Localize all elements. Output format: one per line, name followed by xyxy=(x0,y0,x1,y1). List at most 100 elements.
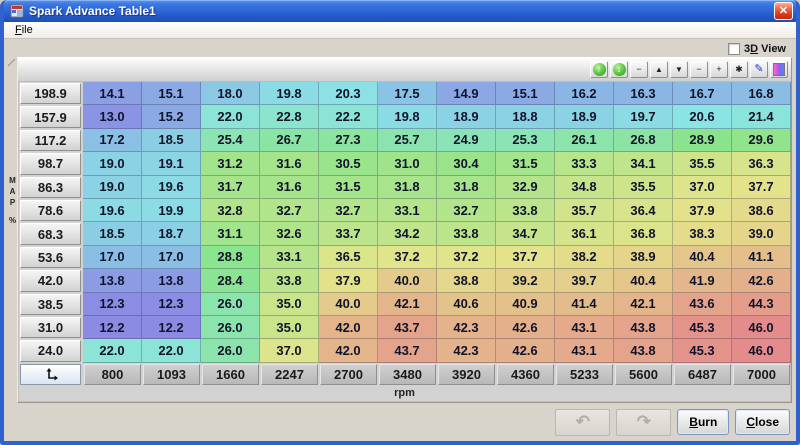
minus-button[interactable]: − xyxy=(690,61,708,78)
table-cell[interactable]: 43.7 xyxy=(378,315,437,340)
table-cell[interactable]: 25.3 xyxy=(496,128,555,153)
table-cell[interactable]: 33.7 xyxy=(319,222,378,246)
table-cell[interactable]: 43.6 xyxy=(673,292,732,316)
table-cell[interactable]: 15.2 xyxy=(142,105,201,129)
table-cell[interactable]: 18.0 xyxy=(201,82,260,106)
pencil-button[interactable]: ✎ xyxy=(750,61,768,78)
table-cell[interactable]: 37.0 xyxy=(673,175,732,199)
table-cell[interactable]: 30.4 xyxy=(437,152,496,176)
table-cell[interactable]: 26.0 xyxy=(201,292,260,316)
table-cell[interactable]: 16.2 xyxy=(555,82,614,106)
table-cell[interactable]: 19.7 xyxy=(614,105,673,129)
table-cell[interactable]: 25.7 xyxy=(378,128,437,153)
table-cell[interactable]: 33.1 xyxy=(260,245,319,270)
table-cell[interactable]: 43.8 xyxy=(614,339,673,363)
table-cell[interactable]: 33.3 xyxy=(555,152,614,176)
row-header[interactable]: 98.7 xyxy=(20,153,81,175)
row-header[interactable]: 86.3 xyxy=(20,176,81,198)
table-cell[interactable]: 39.2 xyxy=(496,269,555,293)
table-cell[interactable]: 22.0 xyxy=(201,105,260,129)
table-cell[interactable]: 31.0 xyxy=(378,152,437,176)
column-header[interactable]: 3480 xyxy=(379,363,436,385)
table-cell[interactable]: 35.0 xyxy=(260,292,319,316)
table-cell[interactable]: 17.0 xyxy=(83,245,142,270)
menu-file[interactable]: File xyxy=(9,23,39,37)
table-cell[interactable]: 14.1 xyxy=(83,82,142,106)
table-cell[interactable]: 33.1 xyxy=(378,198,437,223)
table-cell[interactable]: 19.0 xyxy=(83,175,142,199)
circle-arrow-up-button[interactable]: ↑ xyxy=(590,61,608,78)
redo-button[interactable]: ↷ xyxy=(616,408,672,436)
3d-view-label[interactable]: 3D View xyxy=(744,43,786,55)
title-bar[interactable]: Spark Advance Table1 ✕ xyxy=(4,0,796,22)
row-header[interactable]: 31.0 xyxy=(20,316,81,339)
table-cell[interactable]: 44.3 xyxy=(732,292,791,316)
table-cell[interactable]: 31.7 xyxy=(201,175,260,199)
table-cell[interactable]: 38.3 xyxy=(673,222,732,246)
table-cell[interactable]: 40.4 xyxy=(673,245,732,270)
gradient-button[interactable] xyxy=(770,61,788,78)
table-cell[interactable]: 15.1 xyxy=(142,82,201,106)
column-header[interactable]: 1093 xyxy=(143,363,200,385)
table-cell[interactable]: 12.3 xyxy=(83,292,142,316)
table-cell[interactable]: 17.5 xyxy=(378,82,437,106)
table-cell[interactable]: 12.3 xyxy=(142,292,201,316)
table-cell[interactable]: 33.8 xyxy=(437,222,496,246)
table-cell[interactable]: 32.7 xyxy=(437,198,496,223)
table-cell[interactable]: 33.8 xyxy=(260,269,319,293)
column-header[interactable]: 3920 xyxy=(438,363,495,385)
table-cell[interactable]: 19.8 xyxy=(378,105,437,129)
table-cell[interactable]: 37.0 xyxy=(260,339,319,363)
table-cell[interactable]: 31.8 xyxy=(378,175,437,199)
table-cell[interactable]: 35.0 xyxy=(260,315,319,340)
table-cell[interactable]: 19.0 xyxy=(83,152,142,176)
table-cell[interactable]: 34.1 xyxy=(614,152,673,176)
row-header[interactable]: 78.6 xyxy=(20,199,81,222)
table-cell[interactable]: 45.3 xyxy=(673,315,732,340)
row-header[interactable]: 68.3 xyxy=(20,223,81,245)
table-cell[interactable]: 28.8 xyxy=(201,245,260,270)
table-cell[interactable]: 17.0 xyxy=(142,245,201,270)
table-cell[interactable]: 17.2 xyxy=(83,128,142,153)
table-cell[interactable]: 42.6 xyxy=(732,269,791,293)
table-cell[interactable]: 40.6 xyxy=(437,292,496,316)
table-cell[interactable]: 37.9 xyxy=(319,269,378,293)
table-cell[interactable]: 13.8 xyxy=(83,269,142,293)
table-cell[interactable]: 20.3 xyxy=(319,82,378,106)
asterisk-button[interactable]: ✱ xyxy=(730,61,748,78)
table-cell[interactable]: 28.4 xyxy=(201,269,260,293)
column-header[interactable]: 7000 xyxy=(733,363,790,385)
table-cell[interactable]: 26.7 xyxy=(260,128,319,153)
table-cell[interactable]: 16.8 xyxy=(732,82,791,106)
table-cell[interactable]: 37.2 xyxy=(437,245,496,270)
column-header[interactable]: 2247 xyxy=(261,363,318,385)
table-cell[interactable]: 42.0 xyxy=(319,339,378,363)
table-cell[interactable]: 20.6 xyxy=(673,105,732,129)
3d-view-checkbox[interactable] xyxy=(727,43,740,55)
table-cell[interactable]: 26.1 xyxy=(555,128,614,153)
table-cell[interactable]: 18.5 xyxy=(142,128,201,153)
table-cell[interactable]: 43.1 xyxy=(555,339,614,363)
table-cell[interactable]: 38.6 xyxy=(732,198,791,223)
table-cell[interactable]: 30.5 xyxy=(319,152,378,176)
table-cell[interactable]: 31.6 xyxy=(260,175,319,199)
table-cell[interactable]: 32.9 xyxy=(496,175,555,199)
table-cell[interactable]: 16.7 xyxy=(673,82,732,106)
column-header[interactable]: 5600 xyxy=(615,363,672,385)
table-cell[interactable]: 41.1 xyxy=(732,245,791,270)
row-header[interactable]: 53.6 xyxy=(20,246,81,269)
column-header[interactable]: 5233 xyxy=(556,363,613,385)
table-cell[interactable]: 43.8 xyxy=(614,315,673,340)
circle-arrow-down-button[interactable]: ↓ xyxy=(610,61,628,78)
table-cell[interactable]: 42.1 xyxy=(378,292,437,316)
table-cell[interactable]: 42.1 xyxy=(614,292,673,316)
table-cell[interactable]: 36.5 xyxy=(319,245,378,270)
table-cell[interactable]: 46.0 xyxy=(732,315,791,340)
table-cell[interactable]: 36.4 xyxy=(614,198,673,223)
table-cell[interactable]: 38.8 xyxy=(437,269,496,293)
table-cell[interactable]: 24.9 xyxy=(437,128,496,153)
table-cell[interactable]: 18.5 xyxy=(83,222,142,246)
table-cell[interactable]: 38.2 xyxy=(555,245,614,270)
table-cell[interactable]: 14.9 xyxy=(437,82,496,106)
row-header[interactable]: 42.0 xyxy=(20,270,81,292)
